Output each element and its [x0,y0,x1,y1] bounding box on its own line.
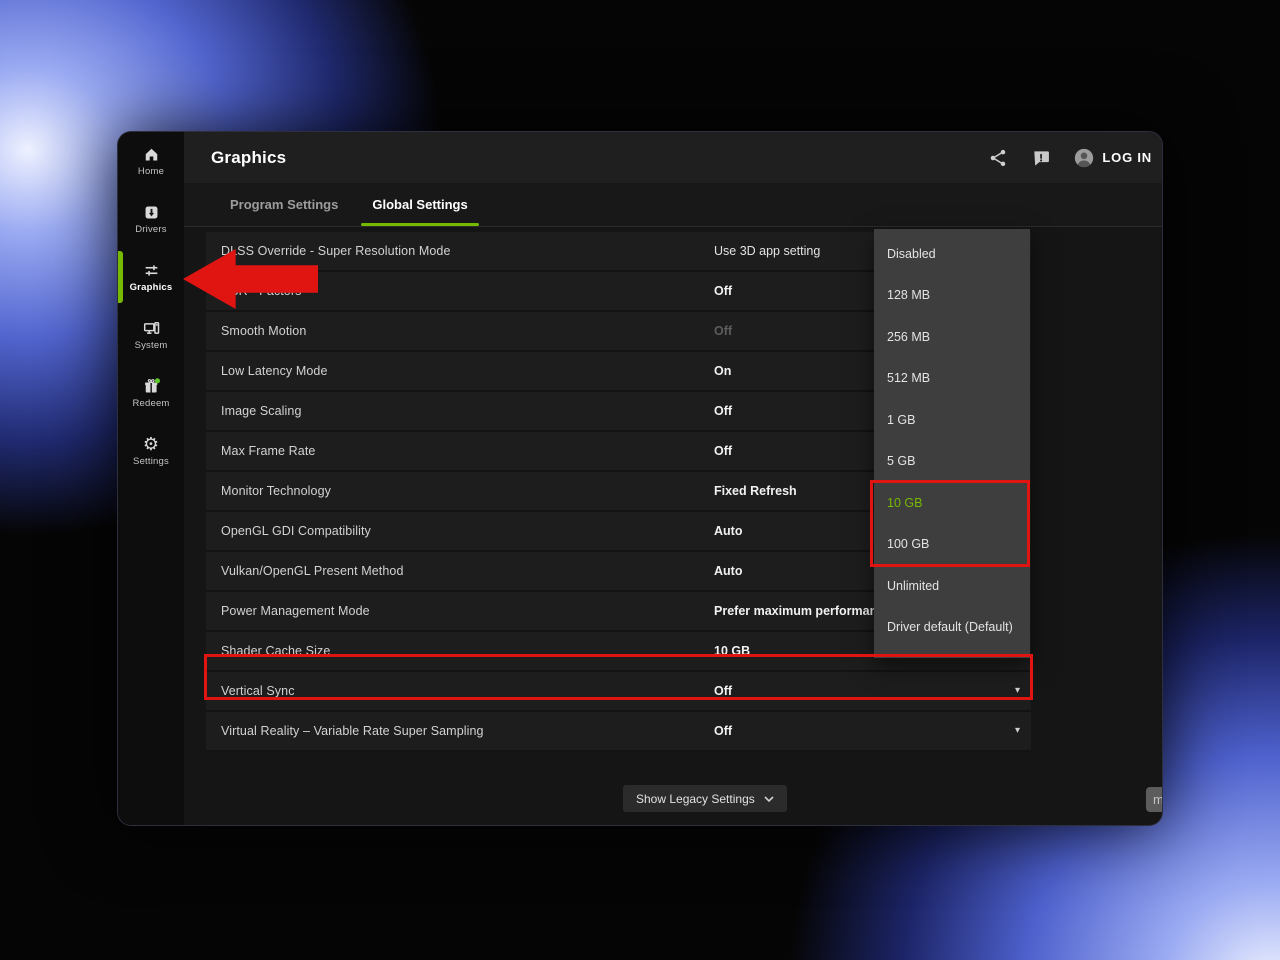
sidebar-active-indicator [118,251,123,303]
setting-row-virtual-reality-variable-rate-super-sampling[interactable]: Virtual Reality – Variable Rate Super Sa… [206,712,1031,752]
system-icon [143,320,160,337]
dropdown-option-driver-default-default[interactable]: Driver default (Default) [874,607,1030,649]
login-label: LOG IN [1102,150,1152,165]
setting-label: Vulkan/OpenGL Present Method [221,564,404,578]
setting-label: Low Latency Mode [221,364,328,378]
setting-label: Max Frame Rate [221,444,315,458]
chevron-down-icon[interactable]: ▾ [1015,725,1020,736]
show-legacy-settings-label: Show Legacy Settings [636,792,755,806]
chevron-down-icon [764,796,774,802]
dropdown-option-10-gb[interactable]: 10 GB [874,482,1030,524]
setting-value: Use 3D app setting [714,244,820,258]
header-actions: LOG IN [987,147,1152,169]
setting-value: Off [714,444,732,458]
share-icon[interactable] [987,147,1009,169]
setting-label: Monitor Technology [221,484,331,498]
feedback-icon[interactable] [1030,147,1052,169]
setting-value: Off [714,324,732,338]
tab-global-settings[interactable]: Global Settings [355,183,484,226]
sidebar-item-system[interactable]: System [118,320,184,350]
watermark-text: mi [1153,792,1163,807]
watermark-badge: mi [1146,787,1163,812]
setting-label: DSR - Factors [221,284,301,298]
home-icon [143,146,160,163]
dropdown-option-unlimited[interactable]: Unlimited [874,565,1030,607]
setting-value: 10 GB [714,644,750,658]
setting-value: Off [714,284,732,298]
chevron-down-icon[interactable]: ▾ [1015,685,1020,696]
dropdown-option-128-mb[interactable]: 128 MB [874,275,1030,317]
setting-value: On [714,364,731,378]
sidebar-nav: Home Drivers Graphics System Redeem ⚙ Se… [118,132,184,825]
nvidia-app-window: Home Drivers Graphics System Redeem ⚙ Se… [117,131,1163,826]
setting-label: Vertical Sync [221,684,295,698]
tab-program-settings[interactable]: Program Settings [213,183,355,226]
dropdown-option-512-mb[interactable]: 512 MB [874,358,1030,400]
sidebar-item-graphics[interactable]: Graphics [118,262,184,292]
dropdown-option-disabled[interactable]: Disabled [874,233,1030,275]
setting-value: Fixed Refresh [714,484,797,498]
setting-row-vertical-sync[interactable]: Vertical Sync Off ▾ [206,672,1031,712]
sidebar-item-redeem[interactable]: Redeem [118,378,184,408]
shader-cache-size-dropdown: Disabled128 MB256 MB512 MB1 GB5 GB10 GB1… [874,229,1030,658]
dropdown-option-256-mb[interactable]: 256 MB [874,316,1030,358]
setting-label: Shader Cache Size [221,644,330,658]
settings-icon: ⚙ [143,436,160,453]
sidebar-item-home[interactable]: Home [118,146,184,176]
setting-value: Prefer maximum performance [714,604,891,618]
setting-label: DLSS Override - Super Resolution Mode [221,244,451,258]
setting-value: Auto [714,564,742,578]
setting-label: Smooth Motion [221,324,306,338]
avatar-icon [1073,147,1095,169]
tab-bar: Program SettingsGlobal Settings [184,183,1162,227]
dropdown-option-1-gb[interactable]: 1 GB [874,399,1030,441]
setting-label: Image Scaling [221,404,302,418]
setting-label: Power Management Mode [221,604,370,618]
page-title: Graphics [211,148,286,168]
setting-value: Off [714,404,732,418]
sidebar-item-settings[interactable]: ⚙ Settings [118,436,184,466]
setting-value: Auto [714,524,742,538]
setting-label: Virtual Reality – Variable Rate Super Sa… [221,724,484,738]
dropdown-option-100-gb[interactable]: 100 GB [874,524,1030,566]
redeem-icon [143,378,160,395]
dropdown-option-5-gb[interactable]: 5 GB [874,441,1030,483]
graphics-icon [143,262,160,279]
titlebar: Graphics [184,132,1162,183]
setting-value: Off [714,684,732,698]
setting-value: Off [714,724,732,738]
setting-label: OpenGL GDI Compatibility [221,524,371,538]
drivers-icon [143,204,160,221]
sidebar-item-drivers[interactable]: Drivers [118,204,184,234]
show-legacy-settings-button[interactable]: Show Legacy Settings [623,785,787,812]
login-button[interactable]: LOG IN [1073,147,1152,169]
